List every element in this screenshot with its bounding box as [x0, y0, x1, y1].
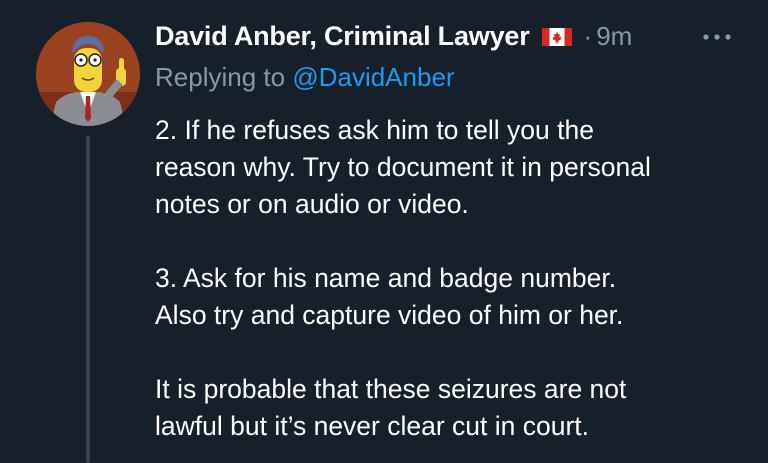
tweet-paragraph: 3. Ask for his name and badge number. Al…	[155, 260, 755, 334]
avatar[interactable]	[36, 22, 140, 126]
more-horizontal-icon[interactable]	[700, 30, 734, 42]
thread-connector-line	[86, 136, 90, 463]
text-line: notes or on audio or video.	[155, 189, 469, 219]
tweet-paragraph: It is probable that these seizures are n…	[155, 371, 755, 445]
canada-flag-icon	[541, 28, 572, 46]
text-line: 3. Ask for his name and badge number.	[155, 263, 617, 293]
text-line: Also try and capture video of him or her…	[155, 300, 624, 330]
tweet[interactable]: David Anber, Criminal Lawyer · 9m Replyi…	[0, 0, 768, 463]
author-display-name[interactable]: David Anber, Criminal Lawyer	[155, 21, 530, 52]
tweet-paragraph: 2. If he refuses ask him to tell you the…	[155, 112, 755, 223]
tweet-header: David Anber, Criminal Lawyer · 9m	[155, 18, 632, 54]
tweet-text: 2. If he refuses ask him to tell you the…	[155, 112, 755, 445]
replying-to-line: Replying to @DavidAnber	[155, 62, 455, 93]
separator-dot: ·	[583, 20, 593, 51]
text-line: reason why. Try to document it in person…	[155, 152, 651, 182]
tweet-timestamp[interactable]: 9m	[596, 21, 632, 52]
text-line: 2. If he refuses ask him to tell you the	[155, 115, 594, 145]
cartoon-lawyer-avatar-icon	[36, 22, 140, 126]
replying-to-label: Replying to	[155, 62, 286, 92]
text-line: It is probable that these seizures are n…	[155, 374, 627, 404]
replying-to-handle-link[interactable]: @DavidAnber	[292, 62, 454, 92]
text-line: lawful but it’s never clear cut in court…	[155, 411, 590, 441]
